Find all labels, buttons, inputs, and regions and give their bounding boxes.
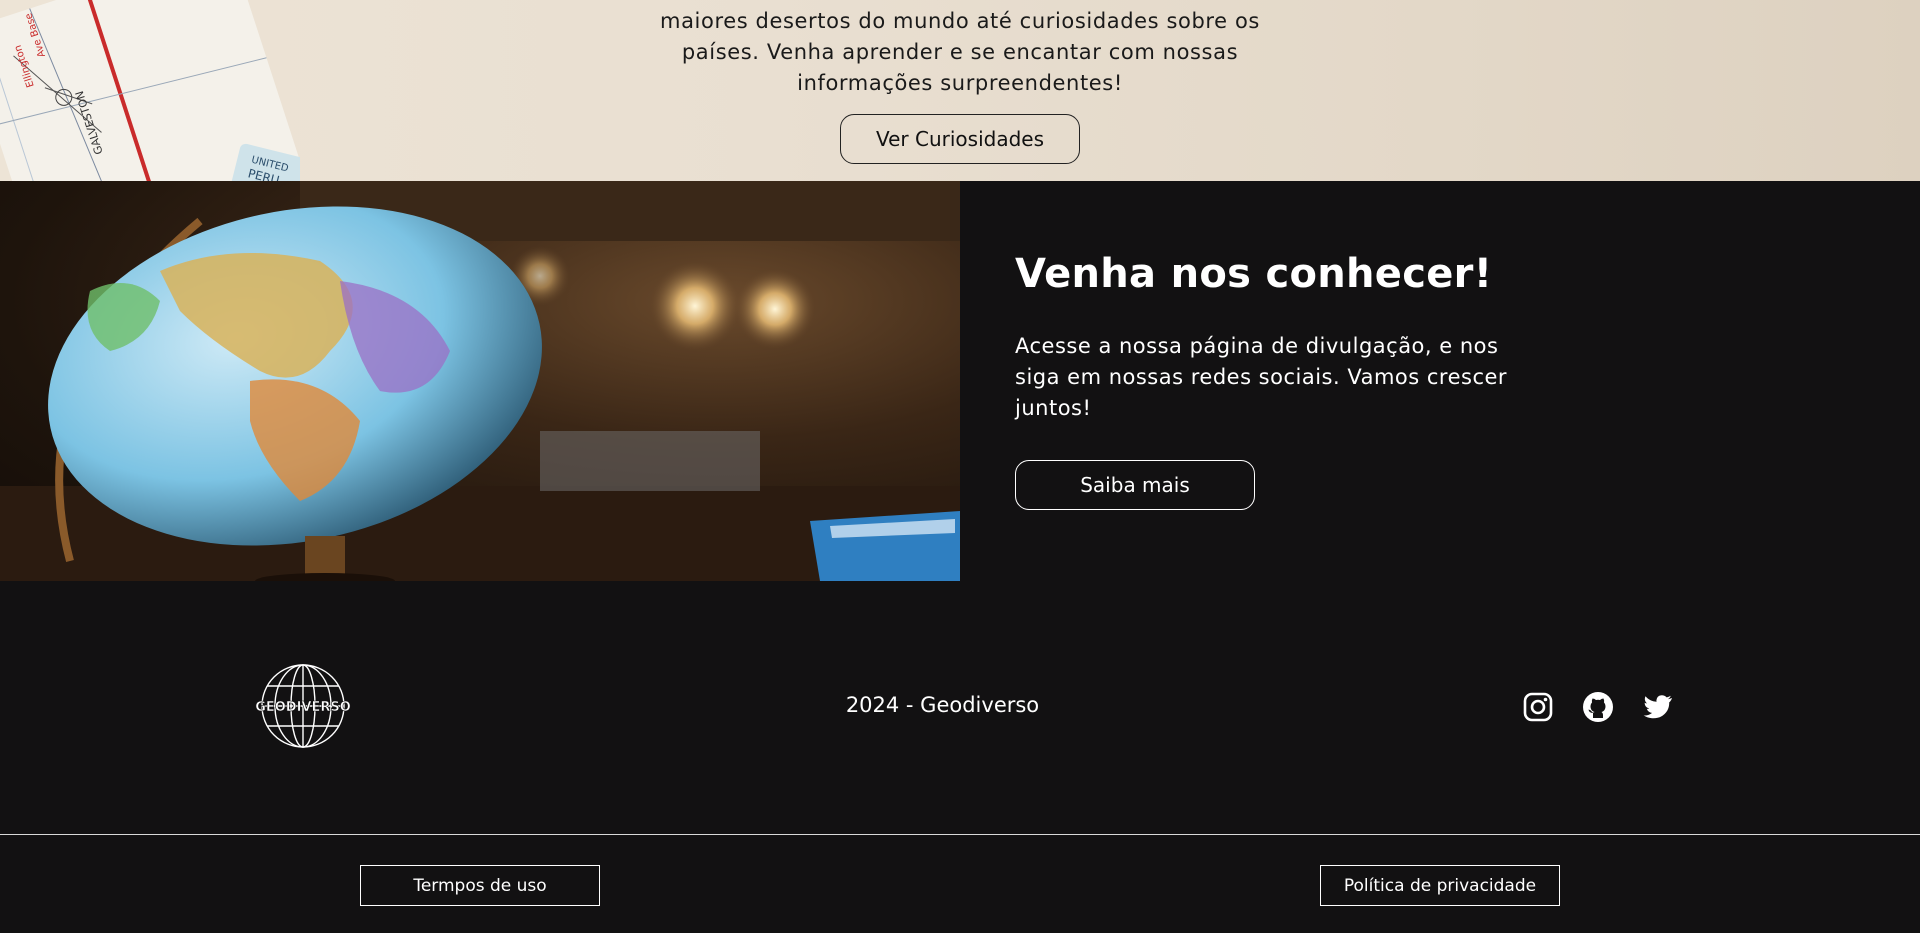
svg-text:GEODIVERSO: GEODIVERSO <box>255 700 351 715</box>
privacy-policy-button[interactable]: Política de privacidade <box>1320 865 1560 906</box>
about-line: juntos! <box>1015 396 1092 420</box>
social-links <box>1522 691 1674 723</box>
curiosities-hero: GALVESTON Ave Base Ellington UNITED PERU… <box>0 0 1920 181</box>
geodiverso-logo[interactable]: GEODIVERSO <box>245 661 361 751</box>
about-line: siga em nossas redes sociais. Vamos cres… <box>1015 365 1508 389</box>
terms-of-use-button[interactable]: Termpos de uso <box>360 865 600 906</box>
about-line: Acesse a nossa página de divulgação, e n… <box>1015 334 1499 358</box>
hero-line: informações surpreendentes! <box>797 71 1123 95</box>
map-background-image: GALVESTON Ave Base Ellington UNITED PERU <box>0 0 300 181</box>
copyright-text: 2024 - Geodiverso <box>845 693 1040 717</box>
site-footer: GEODIVERSO 2024 - Geodiverso Termpos de … <box>0 581 1920 933</box>
footer-divider <box>0 834 1920 835</box>
hero-description: maiores desertos do mundo até curiosidad… <box>640 6 1280 99</box>
learn-more-button[interactable]: Saiba mais <box>1015 460 1255 510</box>
hero-line: países. Venha aprender e se encantar com… <box>681 40 1239 64</box>
github-icon[interactable] <box>1582 691 1614 723</box>
about-title: Venha nos conhecer! <box>1015 251 1493 297</box>
about-description: Acesse a nossa página de divulgação, e n… <box>1015 331 1535 424</box>
globe-photo <box>0 181 960 581</box>
twitter-icon[interactable] <box>1642 691 1674 723</box>
instagram-icon[interactable] <box>1522 691 1554 723</box>
hero-line: maiores desertos do mundo até curiosidad… <box>660 9 1260 33</box>
about-section: Venha nos conhecer! Acesse a nossa págin… <box>0 181 1920 581</box>
view-curiosities-button[interactable]: Ver Curiosidades <box>840 114 1080 164</box>
